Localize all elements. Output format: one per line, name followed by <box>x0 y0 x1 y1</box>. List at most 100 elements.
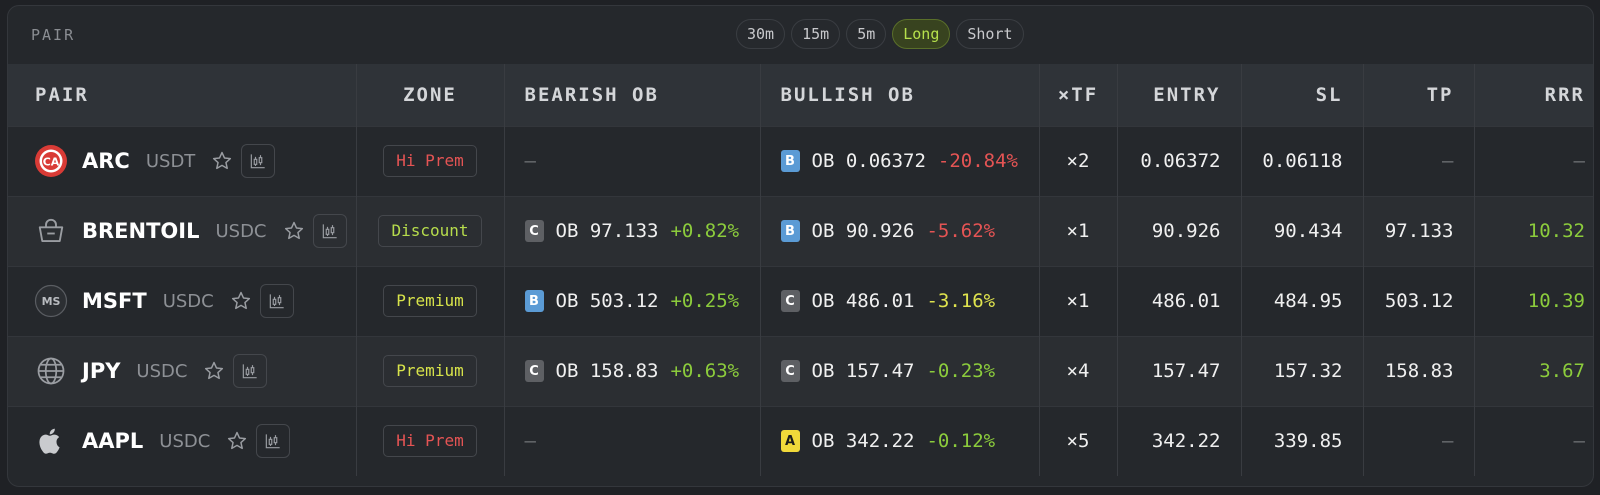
ob-level: OB 90.926 <box>811 220 915 242</box>
table-row[interactable]: CA ARC USDT Hi Prem — B OB 0.06372 -20.8… <box>8 125 1593 196</box>
ob-distance-percent: -5.62% <box>926 220 996 242</box>
table-row[interactable]: BRENTOIL USDC Discount C OB 97.133 +0.82… <box>8 195 1593 266</box>
table-row[interactable]: AAPL USDC Hi Prem — A OB 342.22 -0.12% ×… <box>8 405 1593 476</box>
take-profit-price: 158.83 <box>1363 335 1475 406</box>
ob-level: OB 158.83 <box>555 360 659 382</box>
pair-symbol[interactable]: ARC <box>82 149 130 173</box>
ob-grade-badge: C <box>524 220 544 242</box>
risk-reward-ratio: 3.67 <box>1474 335 1593 406</box>
column-header-pair[interactable]: PAIR <box>8 64 357 126</box>
toolbar: PAIR 30m 15m 5m Long Short <box>8 6 1593 64</box>
column-header-entry[interactable]: ENTRY <box>1117 64 1242 126</box>
ob-distance-percent: -20.84% <box>937 150 1018 172</box>
table-row[interactable]: MS MSFT USDC Premium B OB 503.12 +0.25% … <box>8 265 1593 336</box>
pairs-table: PAIR ZONE BEARISH OB BULLISH OB ×TF ENTR… <box>8 64 1593 476</box>
direction-long-button[interactable]: Long <box>892 19 951 49</box>
timeframe-30m-button[interactable]: 30m <box>736 19 786 49</box>
open-chart-button[interactable] <box>256 424 291 459</box>
stop-loss-price: 90.434 <box>1241 195 1364 266</box>
empty-value: — <box>524 150 536 172</box>
column-header-rrr[interactable]: RRR <box>1474 64 1593 126</box>
candlestick-chart-icon <box>263 431 283 451</box>
svg-text:CA: CA <box>43 156 60 169</box>
favorite-star-icon[interactable] <box>226 430 248 452</box>
take-profit-price: — <box>1363 405 1475 476</box>
ob-grade-badge: B <box>524 290 544 312</box>
pair-quote: USDC <box>136 360 188 382</box>
pair-symbol[interactable]: BRENTOIL <box>82 219 199 243</box>
pair-quote: USDC <box>162 290 214 312</box>
pair-quote: USDC <box>159 430 211 452</box>
empty-value: — <box>524 430 536 453</box>
stop-loss-price: 339.85 <box>1241 405 1364 476</box>
column-header-tf[interactable]: ×TF <box>1039 64 1118 126</box>
pairs-panel: PAIR 30m 15m 5m Long Short PAIR ZONE BEA… <box>7 5 1594 487</box>
ms-logo-icon: MS <box>34 284 68 318</box>
pair-quote: USDT <box>145 150 196 172</box>
ob-grade-badge: B <box>780 220 800 242</box>
timeframe-15m-button[interactable]: 15m <box>791 19 841 49</box>
ob-level: OB 0.06372 <box>811 150 926 172</box>
tf-multiplier: ×5 <box>1039 405 1118 476</box>
ob-grade-badge: A <box>780 430 800 453</box>
ob-distance-percent: +0.63% <box>670 360 740 382</box>
stop-loss-price: 157.32 <box>1241 335 1364 406</box>
risk-reward-ratio: 10.39 <box>1474 265 1593 336</box>
toolbar-label: PAIR <box>31 26 76 44</box>
column-header-tp[interactable]: TP <box>1363 64 1475 126</box>
entry-price: 342.22 <box>1117 405 1242 476</box>
tf-multiplier: ×1 <box>1039 265 1118 336</box>
favorite-star-icon[interactable] <box>283 220 305 242</box>
ob-distance-percent: -0.23% <box>926 360 996 382</box>
tf-multiplier: ×1 <box>1039 195 1118 266</box>
timeframe-filter: 30m 15m 5m Long Short <box>736 19 1024 49</box>
take-profit-price: 97.133 <box>1363 195 1475 266</box>
pair-symbol[interactable]: AAPL <box>82 429 143 453</box>
ob-level: OB 503.12 <box>555 290 659 312</box>
pair-symbol[interactable]: MSFT <box>82 289 147 313</box>
shopping-basket-icon <box>34 214 68 248</box>
favorite-star-icon[interactable] <box>230 290 252 312</box>
stop-loss-price: 484.95 <box>1241 265 1364 336</box>
ob-level: OB 342.22 <box>811 430 915 453</box>
pair-quote: USDC <box>215 220 267 242</box>
risk-reward-ratio: 10.32 <box>1474 195 1593 266</box>
direction-short-button[interactable]: Short <box>956 19 1024 49</box>
favorite-star-icon[interactable] <box>203 360 225 382</box>
globe-icon <box>34 354 68 388</box>
tf-multiplier: ×4 <box>1039 335 1118 406</box>
table-row[interactable]: JPY USDC Premium C OB 158.83 +0.63% C OB… <box>8 335 1593 406</box>
risk-reward-ratio: — <box>1474 405 1593 476</box>
entry-price: 90.926 <box>1117 195 1242 266</box>
apple-icon <box>34 424 68 458</box>
ob-level: OB 157.47 <box>811 360 915 382</box>
zone-badge: Discount <box>378 215 482 247</box>
column-header-sl[interactable]: SL <box>1241 64 1364 126</box>
open-chart-button[interactable] <box>241 144 276 178</box>
take-profit-price: 503.12 <box>1363 265 1475 336</box>
zone-badge: Premium <box>383 285 477 317</box>
entry-price: 157.47 <box>1117 335 1242 406</box>
ob-distance-percent: +0.25% <box>670 290 740 312</box>
column-header-bearish-ob[interactable]: BEARISH OB <box>504 64 761 126</box>
risk-reward-ratio: — <box>1474 125 1593 196</box>
open-chart-button[interactable] <box>233 354 268 388</box>
zone-badge: Premium <box>383 355 477 387</box>
ob-distance-percent: -3.16% <box>926 290 996 312</box>
column-header-bullish-ob[interactable]: BULLISH OB <box>760 64 1040 126</box>
favorite-star-icon[interactable] <box>211 150 233 172</box>
ob-grade-badge: C <box>780 360 800 382</box>
ob-grade-badge: C <box>780 290 800 312</box>
timeframe-5m-button[interactable]: 5m <box>846 19 887 49</box>
pair-symbol[interactable]: JPY <box>82 359 120 383</box>
svg-text:MS: MS <box>42 295 61 308</box>
candlestick-chart-icon <box>248 151 268 171</box>
ob-level: OB 486.01 <box>811 290 915 312</box>
zone-badge: Hi Prem <box>383 425 477 458</box>
open-chart-button[interactable] <box>312 214 347 248</box>
open-chart-button[interactable] <box>259 284 294 318</box>
stop-loss-price: 0.06118 <box>1241 125 1364 196</box>
column-header-zone[interactable]: ZONE <box>356 64 505 126</box>
candlestick-chart-icon <box>240 361 260 381</box>
candlestick-chart-icon <box>267 291 287 311</box>
